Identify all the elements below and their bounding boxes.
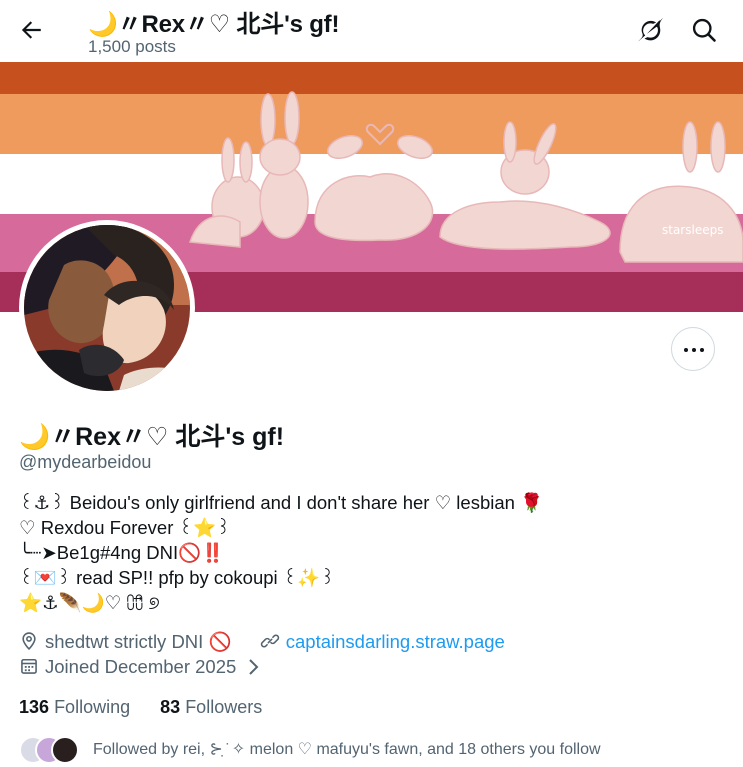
profile-meta-row: shedtwt strictly DNI 🚫 captainsdarling.s… [19,631,505,653]
more-dot [700,348,704,352]
bio-line: ꒰💌꒱ read SP!! pfp by cokoupi ꒰✨꒱ [19,567,335,588]
bio-line: ⭐⚓🪶🌙♡ ⩇⩇⃗ ୭ [19,592,160,613]
top-bar: 🌙〃Rex〃♡ 北斗's gf! 1,500 posts [0,0,743,62]
link-icon [260,634,279,648]
follow-stats: 136 Following 83 Followers [19,697,262,718]
profile-bio: ꒰⚓꒱ Beidou's only girlfriend and I don't… [19,490,543,615]
avatar-frame[interactable] [19,220,195,396]
back-arrow-icon[interactable] [18,17,44,43]
header-title: 🌙〃Rex〃♡ 北斗's gf! [88,11,340,38]
avatar[interactable] [24,225,190,391]
search-icon[interactable] [690,16,718,44]
followers-count: 83 [160,697,181,717]
following-link[interactable]: 136 Following [19,697,130,717]
posts-count: 1,500 posts [88,37,176,56]
following-count: 136 [19,697,50,717]
banner-credit: starsleeps [662,223,723,237]
more-dots-icon [684,348,688,352]
followers-label: Followers [185,697,263,717]
calendar-icon [21,658,37,674]
bio-line: ╰┈➤Be1g#4ng DNI🚫‼️ [19,542,225,563]
more-dot [692,348,696,352]
profile-joined-row[interactable]: Joined December 2025 [19,656,261,678]
grok-icon[interactable] [636,16,664,44]
bio-line: ♡ Rexdou Forever ꒰⭐꒱ [19,517,231,538]
profile-joined: Joined December 2025 [45,656,237,677]
followed-by-text[interactable]: Followed by rei, ⊱ ̣̇ ✧ melon ♡ mafuyu's… [93,739,601,759]
chevron-right-icon [249,659,259,675]
more-options-button[interactable] [671,327,715,371]
following-label: Following [54,697,131,717]
profile-name: 🌙〃Rex〃♡ 北斗's gf! [19,423,285,451]
avatar-image [24,225,190,391]
profile-website-link[interactable]: captainsdarling.straw.page [286,631,505,652]
bio-line: ꒰⚓꒱ Beidou's only girlfriend and I don't… [19,492,544,513]
mutual-avatar [51,736,79,764]
location-pin-icon [22,632,36,651]
profile-location: shedtwt strictly DNI 🚫 [45,631,232,652]
followers-link[interactable]: 83 Followers [160,697,262,717]
profile-handle: @mydearbeidou [19,452,152,472]
